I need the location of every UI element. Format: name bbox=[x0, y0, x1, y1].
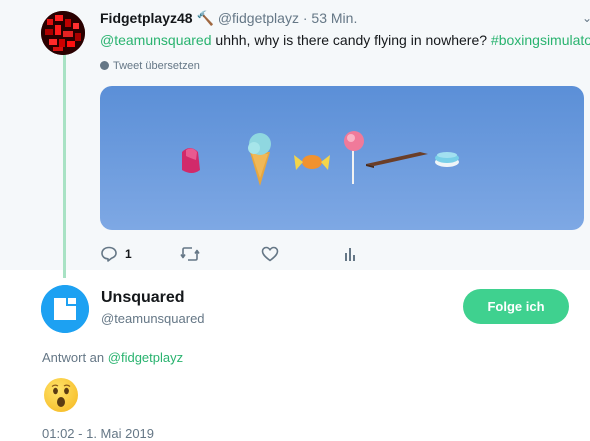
tweet-body-text: uhhh, why is there candy flying in nowhe… bbox=[211, 32, 491, 48]
translate-tweet-link[interactable]: Tweet übersetzen bbox=[100, 60, 200, 72]
parent-tweet-header: Fidgetplayz48 🔨 @fidgetplayz · 53 Min. bbox=[100, 10, 357, 27]
parent-tweet-time[interactable]: 53 Min. bbox=[311, 10, 357, 26]
gummy-candy bbox=[182, 148, 200, 173]
reply-icon bbox=[101, 246, 117, 262]
author-name[interactable]: Unsquared bbox=[101, 289, 185, 307]
reply-count: 1 bbox=[125, 247, 132, 261]
parent-author-handle[interactable]: @fidgetplayz bbox=[218, 10, 299, 26]
wrapped-candy bbox=[294, 155, 330, 170]
author-handle[interactable]: @teamunsquared bbox=[101, 311, 205, 326]
reply-to-handle-link[interactable]: @fidgetplayz bbox=[108, 350, 183, 365]
ice-cream-cone bbox=[248, 133, 271, 186]
lollipop bbox=[344, 131, 364, 184]
unsquared-avatar[interactable] bbox=[41, 285, 89, 333]
analytics-icon bbox=[345, 248, 355, 261]
surprised-face-emoji bbox=[44, 378, 78, 412]
follow-button[interactable]: Folge ich bbox=[463, 289, 569, 324]
header-separator: · bbox=[302, 10, 308, 26]
reply-action[interactable]: 1 bbox=[100, 244, 132, 264]
hammer-icon: 🔨 bbox=[196, 10, 214, 26]
mention-link[interactable]: @teamunsquared bbox=[100, 32, 212, 48]
tweet-timestamp[interactable]: 01:02 - 1. Mai 2019 bbox=[42, 426, 154, 441]
reply-to-label: Antwort an bbox=[42, 350, 108, 365]
macaron-candy bbox=[435, 152, 459, 167]
retweet-icon bbox=[180, 247, 200, 261]
translate-label: Tweet übersetzen bbox=[113, 60, 200, 72]
tweet-media-image[interactable] bbox=[100, 86, 584, 230]
chevron-down-icon[interactable]: ⌄ bbox=[582, 11, 590, 25]
reply-to-line: Antwort an @fidgetplayz bbox=[42, 350, 183, 365]
chocolate-bar bbox=[366, 152, 428, 168]
retweet-action[interactable] bbox=[180, 244, 200, 264]
like-action[interactable] bbox=[261, 244, 279, 264]
analytics-action[interactable] bbox=[343, 244, 357, 264]
hashtag-link[interactable]: #boxingsimulator bbox=[491, 32, 590, 48]
parent-author-name[interactable]: Fidgetplayz48 bbox=[100, 10, 193, 26]
like-icon bbox=[261, 246, 279, 262]
fidgetplayz-avatar[interactable] bbox=[41, 11, 85, 55]
globe-icon bbox=[100, 61, 109, 70]
thread-line bbox=[63, 52, 66, 278]
parent-tweet-text: @teamunsquared uhhh, why is there candy … bbox=[100, 32, 590, 48]
